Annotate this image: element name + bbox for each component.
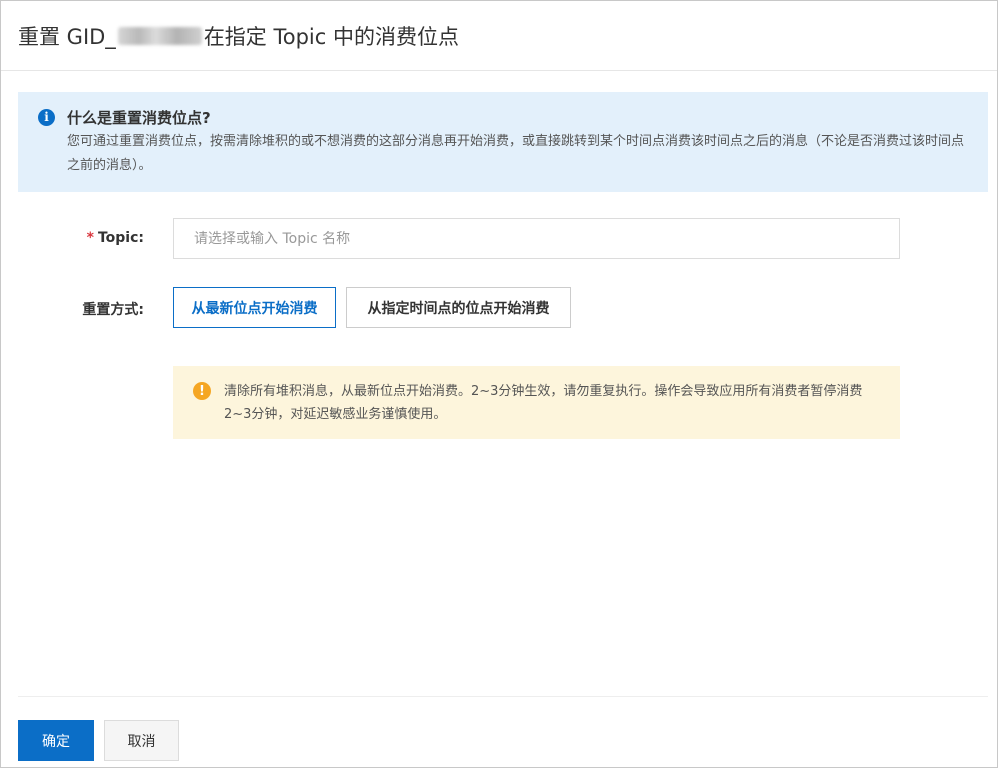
cancel-button[interactable]: 取消: [104, 720, 179, 761]
dialog-header: 重置 GID_ 在指定 Topic 中的消费位点: [1, 1, 997, 71]
reset-from-timestamp-option[interactable]: 从指定时间点的位点开始消费: [346, 287, 571, 328]
info-title-row: i 什么是重置消费位点?: [38, 106, 970, 128]
warning-notice: ! 清除所有堆积消息，从最新位点开始消费。2~3分钟生效，请勿重复执行。操作会导…: [173, 366, 900, 439]
confirm-button[interactable]: 确定: [18, 720, 94, 761]
redacted-group-id: [117, 26, 202, 45]
topic-input[interactable]: [173, 218, 900, 259]
topic-label: * Topic:: [1, 230, 144, 246]
reset-offset-dialog: 重置 GID_ 在指定 Topic 中的消费位点 i 什么是重置消费位点? 您可…: [0, 0, 998, 768]
dialog-title-prefix: 重置 GID_: [18, 24, 116, 49]
info-notice: i 什么是重置消费位点? 您可通过重置消费位点，按需清除堆积的或不想消费的这部分…: [18, 92, 988, 192]
info-description: 您可通过重置消费位点，按需清除堆积的或不想消费的这部分消息再开始消费，或直接跳转…: [67, 134, 965, 173]
info-title: 什么是重置消费位点?: [67, 108, 211, 127]
dialog-title: 重置 GID_ 在指定 Topic 中的消费位点: [18, 21, 459, 51]
info-circle-icon: i: [38, 108, 55, 126]
topic-label-text: Topic:: [97, 230, 144, 246]
footer-divider: [18, 696, 988, 697]
reset-method-label: 重置方式:: [82, 302, 144, 318]
warning-text: 清除所有堆积消息，从最新位点开始消费。2~3分钟生效，请勿重复执行。操作会导致应…: [224, 384, 863, 422]
warning-circle-icon: !: [193, 382, 211, 400]
dialog-title-suffix: 在指定 Topic 中的消费位点: [203, 24, 459, 49]
reset-from-latest-option[interactable]: 从最新位点开始消费: [173, 287, 336, 328]
required-mark: *: [86, 230, 94, 246]
